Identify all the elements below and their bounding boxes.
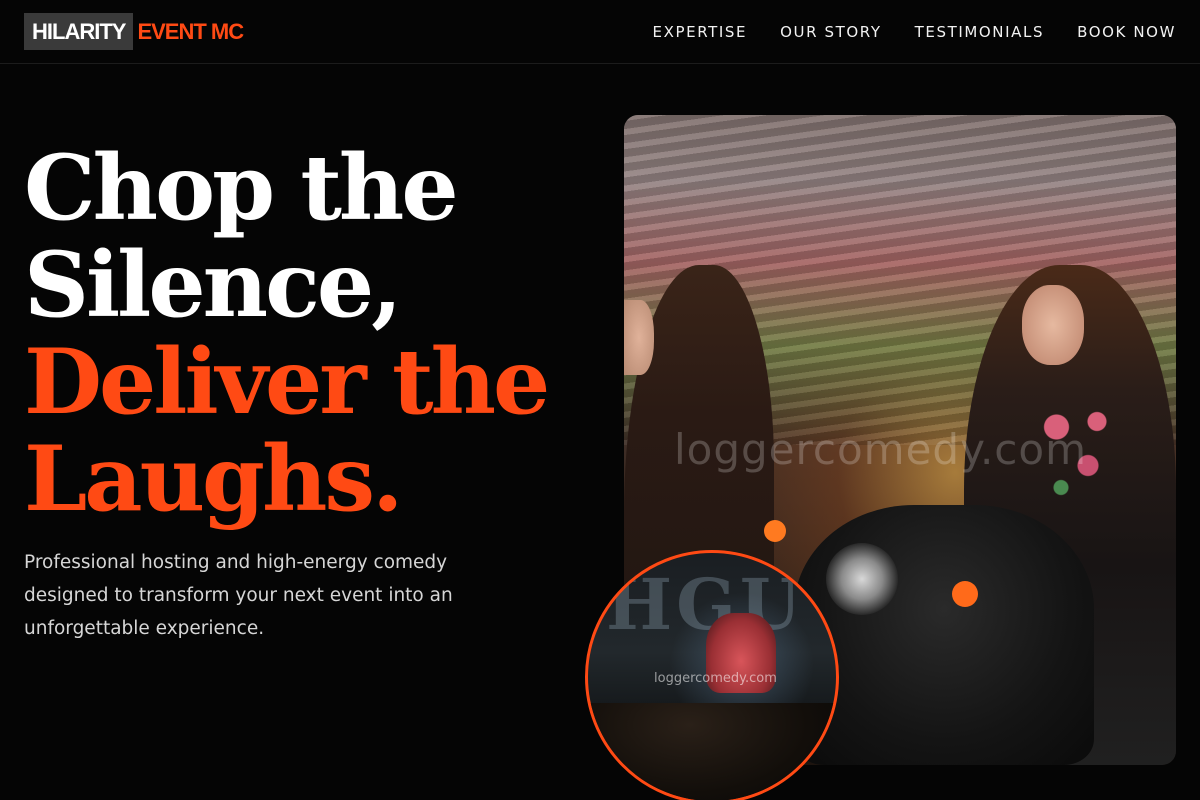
hero-title-line-1: Chop the: [24, 135, 459, 241]
brand-accent: EVENT MC: [137, 18, 244, 44]
hero-subtitle: Professional hosting and high-energy com…: [24, 552, 453, 639]
inset-watermark: loggercomedy.com: [654, 671, 777, 686]
nav-link-our-story[interactable]: OUR STORY: [780, 23, 882, 41]
hero-title-line-2: Silence,: [24, 232, 402, 338]
nav-link-book-now[interactable]: BOOK NOW: [1077, 23, 1176, 41]
hero-title-line-3: Deliver the: [24, 329, 550, 435]
hero-title-line-4: Laughs.: [24, 426, 403, 532]
nav-link-expertise[interactable]: EXPERTISE: [653, 23, 748, 41]
nav-link-testimonials[interactable]: TESTIMONIALS: [915, 23, 1044, 41]
photo-motorcycle: [794, 505, 1094, 765]
photo-blinker-right: [952, 581, 978, 607]
brand-name: HILARITY: [24, 13, 134, 50]
main-nav: EXPERTISE OUR STORY TESTIMONIALS BOOK NO…: [653, 0, 1176, 64]
photo-blinker-left: [764, 520, 786, 542]
photo-watermark: loggercomedy.com: [674, 425, 1087, 474]
inset-stage-backdrop: HGU: [606, 563, 805, 646]
photo-face-right: [1022, 285, 1084, 365]
photo-face-left: [624, 300, 654, 375]
brand-logo[interactable]: HILARITY EVENT MC: [24, 13, 244, 50]
hero-title: Chop the Silence, Deliver the Laughs.: [24, 140, 584, 528]
photo-headlamp: [826, 543, 898, 615]
inset-crowd: [588, 703, 836, 800]
inset-photo: HGU loggercomedy.com: [585, 550, 839, 800]
site-header: HILARITY EVENT MC EXPERTISE OUR STORY TE…: [0, 0, 1200, 64]
